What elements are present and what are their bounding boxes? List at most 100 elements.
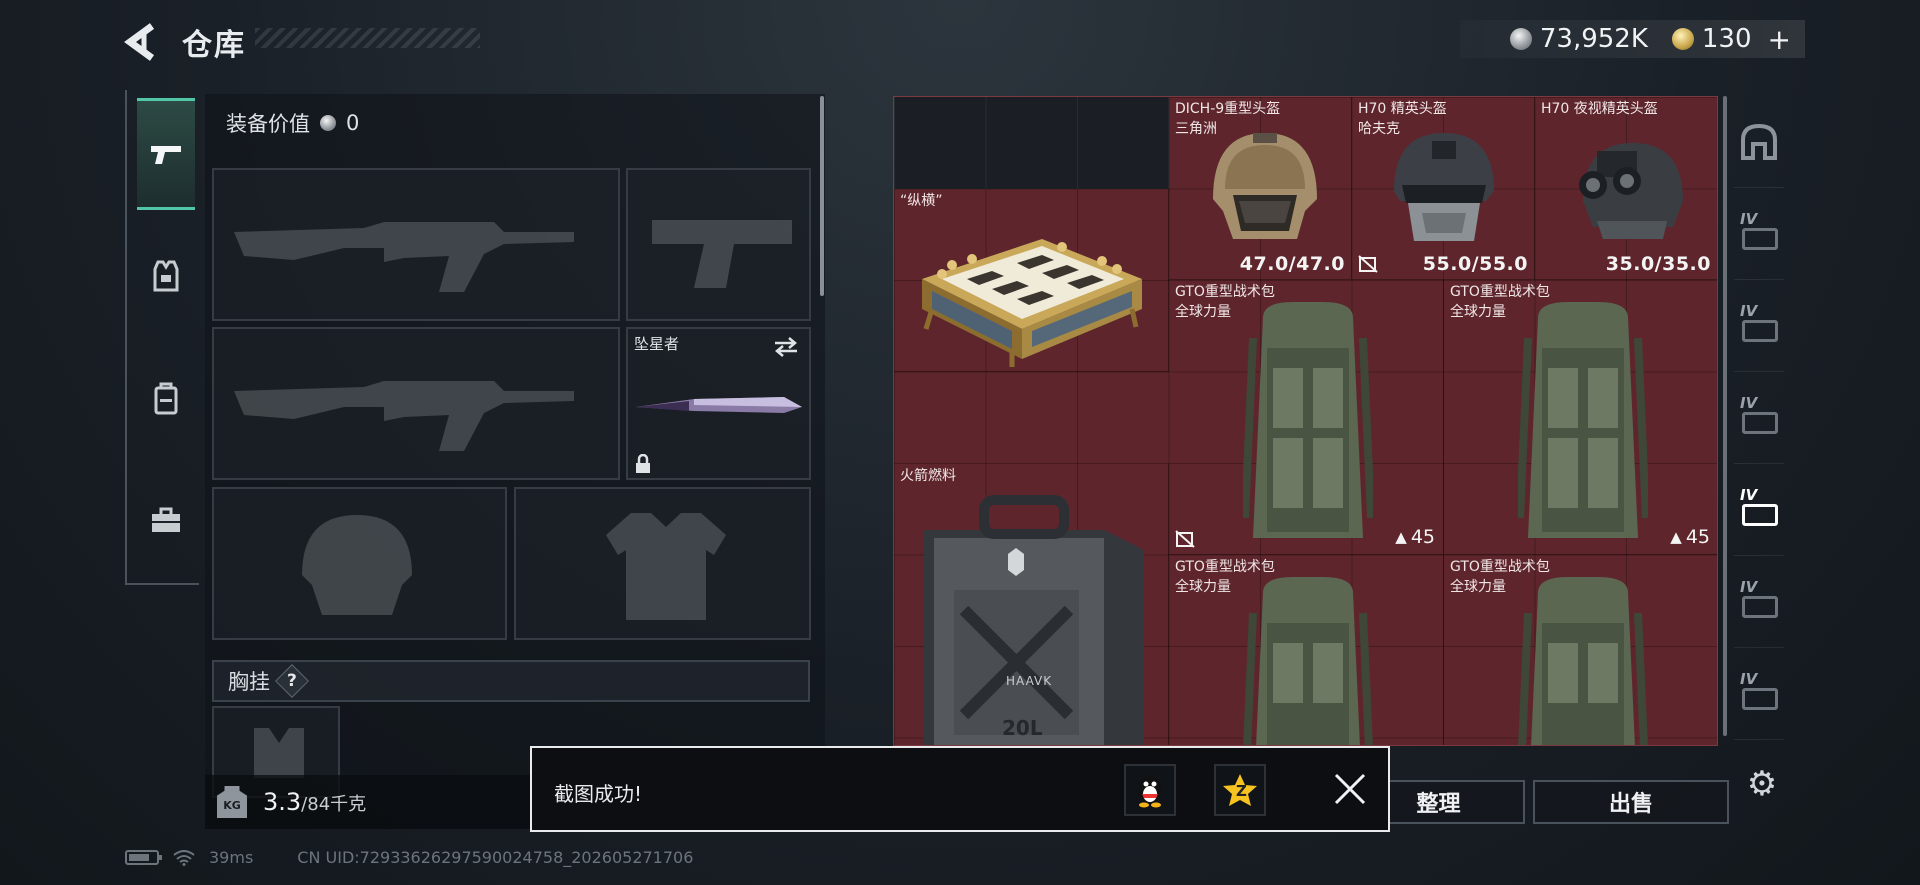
item-capacity: ▲ 45 [1670,526,1710,548]
nav-backpack[interactable] [137,342,195,454]
backpack-icon [1243,577,1373,745]
category-all[interactable] [1734,96,1784,188]
status-bar: 39ms CN UID:7293362629759002​4758_202605… [125,848,693,867]
user-uid: CN UID:7293362629759002​4758_20260527170… [297,848,694,867]
title-decoration [255,28,480,48]
helmet-slot[interactable] [212,487,507,640]
backpack-icon [1243,302,1373,538]
capacity-icon: ▲ [1670,528,1682,546]
item-name: H70 精英头盔 [1358,101,1447,117]
left-nav [125,90,199,585]
category-iv-5[interactable]: IV [1734,556,1784,648]
silver-coin-icon [320,115,336,131]
fuel-can-icon [924,495,1144,745]
weight-current: 3.3 [263,788,302,816]
wifi-icon [173,849,195,866]
category-iv-2[interactable]: IV [1734,280,1784,372]
lock-icon [636,454,650,473]
gold-coin-icon [1671,28,1694,50]
toast-message: 截图成功! [554,782,643,806]
swap-icon[interactable] [773,337,799,357]
back-button[interactable] [122,20,162,64]
add-currency-button[interactable]: + [1768,23,1791,56]
weight-icon: KG [217,786,247,818]
item-durability: 55.0/55.0 [1422,253,1528,275]
nav-toolkit[interactable] [137,464,195,576]
backpack-icon [1518,302,1648,538]
armor-silhouette-icon [606,513,726,620]
category-iv-icon [1742,596,1778,618]
category-iv-icon [1742,412,1778,434]
no-insurance-icon [1358,255,1378,273]
item-name: H70 夜视精英头盔 [1541,101,1658,117]
item-tactical-backpack[interactable]: GTO重型战术包 全球力量 ▲ 45 [1169,280,1444,555]
storage-scrollbar[interactable] [1723,96,1727,736]
close-icon [1334,773,1366,805]
helmet-icon [1741,123,1777,160]
settings-button[interactable]: ⚙ [1742,764,1782,804]
equipment-value-label: 装备价值 [226,112,310,136]
share-qzone-button[interactable]: Z [1214,764,1266,816]
category-iv-icon [1742,320,1778,342]
item-helmet-h70-nv[interactable]: H70 夜视精英头盔 35.0/35.0 [1535,97,1717,280]
equipment-value-amount: 0 [346,111,360,135]
capacity-icon: ▲ [1395,528,1407,546]
item-capacity: ▲ 45 [1395,526,1435,548]
category-iv-3[interactable]: IV [1734,372,1784,464]
chest-rig-header: 胸挂 ? [212,660,810,702]
item-helmet-dich9[interactable]: DICH-9重型头盔 三角洲 47.0/47.0 [1169,97,1352,280]
item-tactical-backpack[interactable]: GTO重型战术包 全球力量 [1444,555,1717,745]
category-iv-icon [1742,504,1778,526]
silver-coin-icon [1509,28,1532,50]
page-title: 仓库 [182,28,246,63]
melee-slot[interactable]: 坠星者 [626,327,811,480]
helmet-icon [1579,143,1683,239]
item-chess-set[interactable]: “纵横” [894,189,1169,372]
item-brand: 全球力量 [1450,304,1506,320]
equipment-scrollbar[interactable] [820,96,824,296]
pistol-silhouette-icon [652,220,792,288]
backpack-icon [1518,577,1648,745]
knife-icon [636,397,802,413]
category-iv-icon [1742,688,1778,710]
currency-bar: 73,952K 130 + [1460,20,1805,58]
category-iv-1[interactable]: IV [1734,188,1784,280]
fuel-can-brand: HAAVK [1006,674,1053,688]
helmet-icon [1213,133,1317,239]
category-iv-6[interactable]: IV [1734,648,1784,740]
item-helmet-h70[interactable]: H70 精英头盔 哈夫克 55.0/55.0 [1352,97,1535,280]
sell-button[interactable]: 出售 [1533,780,1729,824]
category-iv-4[interactable]: IV [1734,464,1784,556]
equipment-value: 装备价值 0 [226,108,359,138]
help-icon[interactable]: ? [275,664,309,698]
pistol-icon [151,146,181,164]
armor-slot[interactable] [514,487,811,640]
helmet-silhouette-icon [302,515,412,615]
chess-set-icon [922,239,1142,367]
qzone-badge: Z [1236,782,1247,800]
item-rocket-fuel[interactable]: 火箭燃料 HAAVK 20L [894,464,1169,745]
item-brand: 全球力量 [1450,579,1506,595]
sidearm-slot[interactable] [626,168,811,321]
gold-currency-value: 130 [1701,24,1752,54]
empty-cell[interactable] [894,97,1169,189]
weight-max: /84千克 [301,794,367,815]
item-name: 火箭燃料 [900,468,956,484]
gear-icon: ⚙ [1746,764,1778,804]
nav-weapons[interactable] [137,98,195,210]
rifle-silhouette-icon [234,222,574,292]
close-toast-button[interactable] [1327,766,1373,812]
secondary-weapon-slot[interactable] [212,327,620,480]
nav-armor[interactable] [137,220,195,332]
battery-icon [125,850,162,865]
storage-grid: “纵横” DICH-9重型头盔 三角洲 47.0/47.0 H70 精英头盔 哈… [893,96,1718,746]
category-iv-icon [1742,228,1778,250]
melee-name: 坠星者 [634,335,680,353]
item-tactical-backpack[interactable]: GTO重型战术包 全球力量 ▲ 45 [1444,280,1717,555]
silver-currency-value: 73,952K [1539,24,1648,54]
item-tactical-backpack[interactable]: GTO重型战术包 全球力量 [1169,555,1444,745]
primary-weapon-slot[interactable] [212,168,620,321]
share-qq-button[interactable] [1124,764,1176,816]
item-name: “纵横” [900,193,943,209]
qq-penguin-icon [1139,776,1161,808]
